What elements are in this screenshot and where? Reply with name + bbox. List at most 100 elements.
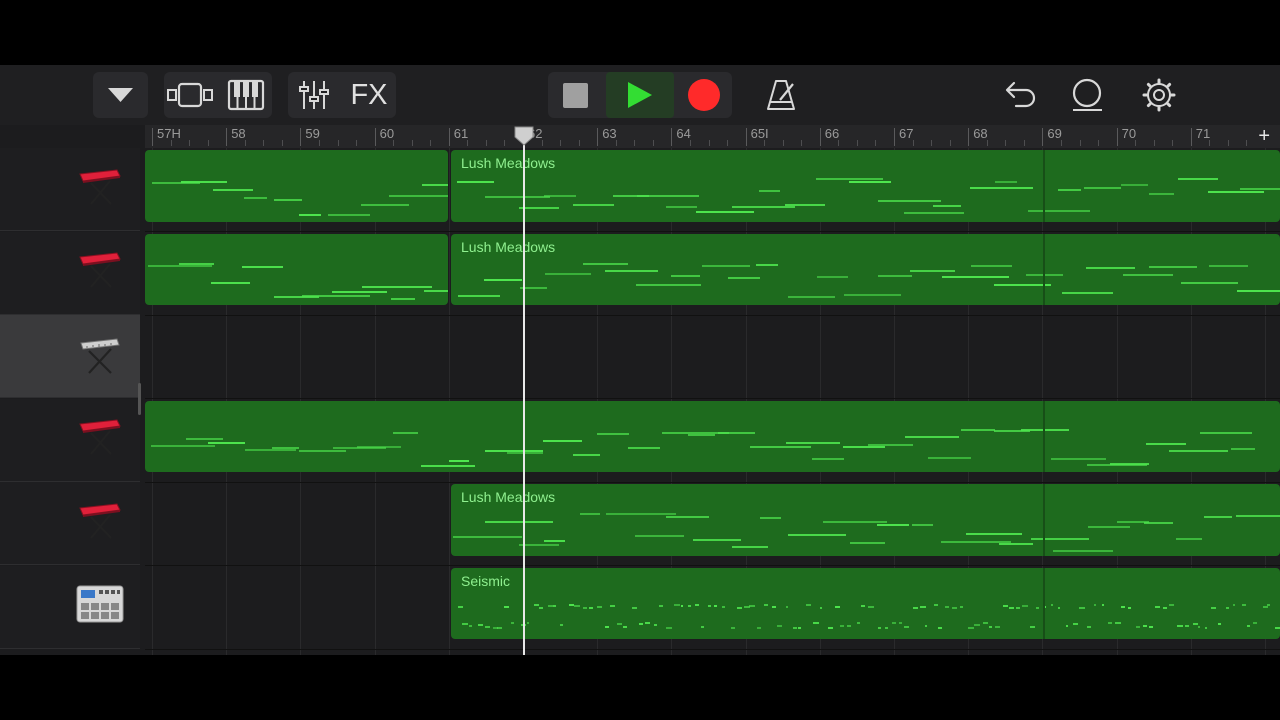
midi-note	[730, 626, 735, 629]
midi-note	[1211, 606, 1217, 609]
bar-line	[819, 128, 821, 146]
midi-note	[331, 291, 388, 294]
track-header-2[interactable]	[0, 231, 140, 315]
midi-note	[362, 285, 432, 288]
beat-tick	[727, 140, 729, 146]
midi-note	[1036, 606, 1040, 609]
loop-boundary	[1043, 400, 1045, 472]
settings-button[interactable]	[1136, 72, 1182, 118]
midi-note	[644, 622, 650, 625]
midi-note	[635, 535, 684, 538]
midi-region[interactable]: Lush Meadows	[451, 233, 1280, 305]
midi-note	[636, 284, 702, 287]
midi-note	[1181, 281, 1239, 284]
bar-number: 64	[676, 126, 691, 141]
midi-note	[391, 298, 416, 301]
midi-region[interactable]: Lush Meadows	[451, 150, 1280, 222]
red-synth-keyboard-icon	[77, 164, 123, 215]
midi-note	[898, 622, 902, 625]
track-lane-5[interactable]: Lush Meadows	[145, 482, 1280, 566]
midi-note	[1267, 604, 1270, 607]
midi-note	[507, 451, 543, 454]
instrument-view-button[interactable]	[220, 72, 272, 118]
midi-note	[968, 627, 974, 630]
midi-note	[357, 445, 402, 448]
record-button[interactable]	[676, 72, 732, 118]
midi-note	[458, 295, 501, 298]
midi-note	[1218, 623, 1222, 626]
midi-note	[597, 606, 603, 609]
mixer-icon	[299, 81, 329, 109]
region-label: Lush Meadows	[461, 238, 556, 255]
add-section-button[interactable]: +	[1258, 125, 1270, 148]
midi-note	[756, 263, 778, 266]
midi-note	[1149, 193, 1174, 196]
track-header-3[interactable]	[0, 315, 140, 398]
mixer-button[interactable]	[288, 72, 340, 118]
midi-note	[560, 623, 563, 626]
fx-button[interactable]: FX	[342, 72, 396, 118]
playhead-handle[interactable]	[512, 125, 536, 147]
track-lane-1[interactable]: Lush Meadows	[145, 148, 1280, 232]
tracks-view-button[interactable]	[164, 72, 218, 118]
midi-note	[966, 533, 1022, 536]
midi-note	[605, 512, 676, 515]
metronome-button[interactable]	[758, 72, 804, 118]
beat-tick	[467, 140, 469, 146]
midi-note	[243, 196, 268, 199]
browser-toggle-button[interactable]	[93, 72, 148, 118]
track-list-scrollbar[interactable]	[138, 383, 141, 415]
midi-note	[1197, 626, 1201, 629]
midi-note	[519, 206, 560, 209]
track-header-4[interactable]	[0, 398, 140, 482]
midi-note	[1144, 522, 1173, 525]
midi-note	[273, 199, 302, 202]
midi-note	[952, 607, 958, 610]
red-synth-keyboard-icon	[77, 247, 123, 298]
midi-note	[1031, 538, 1089, 541]
midi-region[interactable]	[145, 150, 448, 222]
track-lane-3[interactable]	[145, 315, 1280, 399]
loop-button[interactable]	[1064, 72, 1110, 118]
midi-note	[1057, 606, 1061, 609]
undo-button[interactable]	[994, 72, 1040, 118]
track-header-5[interactable]	[0, 482, 140, 565]
beat-tick	[1060, 140, 1062, 146]
bar-line	[894, 128, 895, 146]
timeline-ruler[interactable]: 57H 58 59 60 61 62 63 64 65I 66 67 68 69 70 71	[145, 125, 1280, 148]
midi-note	[938, 626, 943, 629]
midi-note	[750, 445, 811, 448]
midi-note	[971, 264, 1012, 267]
midi-note	[785, 204, 825, 207]
undo-icon	[1005, 81, 1036, 108]
midi-note	[785, 442, 840, 445]
midi-note	[469, 625, 472, 628]
midi-note	[1155, 606, 1161, 609]
stop-button[interactable]	[548, 72, 604, 118]
track-header-1[interactable]	[0, 148, 140, 231]
midi-note	[694, 603, 699, 606]
beat-tick	[560, 140, 562, 146]
track-header-6[interactable]	[0, 565, 140, 649]
midi-note	[456, 181, 495, 184]
beat-tick	[578, 140, 580, 146]
midi-note	[1200, 431, 1252, 434]
play-button[interactable]	[606, 72, 674, 118]
track-lane-6[interactable]: Seismic	[145, 566, 1280, 650]
midi-region[interactable]: Seismic	[451, 567, 1280, 639]
tracks-area[interactable]: Lush Meadows Lush Meadows Lush Meadows Seis…	[145, 148, 1280, 655]
track-lane-2[interactable]: Lush Meadows	[145, 232, 1280, 316]
midi-region[interactable]	[145, 400, 1280, 472]
midi-note	[181, 180, 227, 183]
track-lane-4[interactable]	[145, 399, 1280, 483]
midi-note	[1209, 264, 1249, 267]
beat-tick	[1246, 140, 1248, 146]
midi-note	[534, 604, 540, 607]
midi-note	[1073, 622, 1079, 625]
midi-note	[844, 293, 901, 296]
midi-note	[1085, 266, 1136, 269]
midi-note	[798, 626, 801, 629]
midi-region[interactable]: Lush Meadows	[451, 484, 1280, 556]
midi-note	[1022, 605, 1028, 608]
midi-region[interactable]	[145, 233, 448, 305]
